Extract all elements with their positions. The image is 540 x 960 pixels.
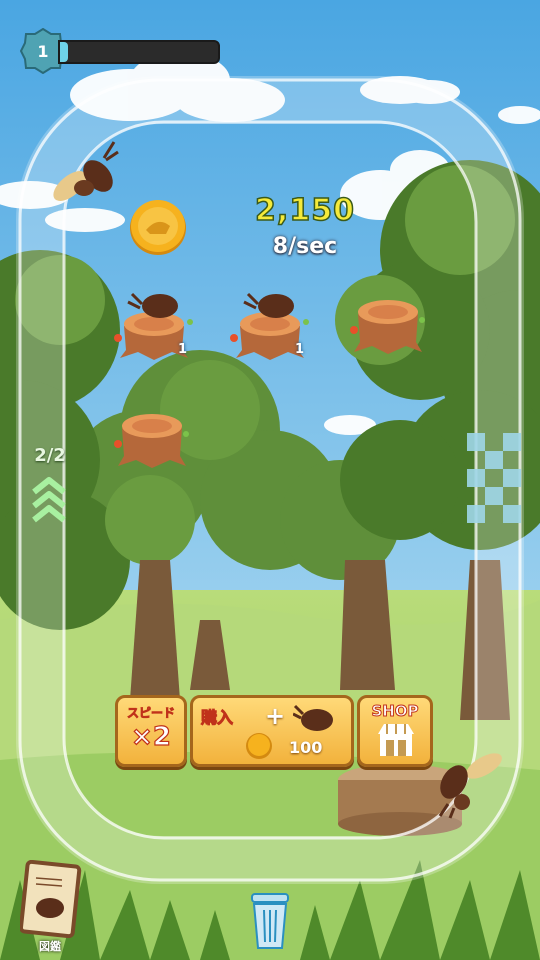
finish-flag-icon xyxy=(467,433,521,523)
buy-beetle-button[interactable]: 購入 + 100 xyxy=(190,695,354,767)
stump-level: 1 xyxy=(178,342,188,357)
coin-icon[interactable] xyxy=(128,198,188,256)
speed-button[interactable]: スピード ×2 xyxy=(115,695,187,767)
score-counter: 2,150 xyxy=(254,192,355,229)
beetle-icon xyxy=(53,141,119,201)
coin-icon xyxy=(246,733,272,759)
buy-label: 購入 xyxy=(200,708,234,728)
trash-icon[interactable] xyxy=(246,890,294,952)
stump-level: 1 xyxy=(295,342,305,357)
buy-plus: + xyxy=(265,702,286,730)
beetle-icon xyxy=(438,753,502,819)
lane-count: 2/2 xyxy=(34,445,66,466)
buy-price: 100 xyxy=(289,738,323,757)
shop-button[interactable]: SHOP xyxy=(357,695,433,767)
speed-label: スピード xyxy=(126,706,176,721)
stump-slot[interactable] xyxy=(346,290,430,360)
speed-multiplier: ×2 xyxy=(130,721,171,752)
speed-chevrons-icon xyxy=(32,477,66,523)
encyclopedia-book-icon[interactable] xyxy=(20,860,82,938)
level-number: 1 xyxy=(37,41,49,61)
shop-store-icon xyxy=(378,724,414,756)
beetle-icon xyxy=(293,704,333,731)
xp-progress-bar xyxy=(58,40,220,64)
stump-slot[interactable] xyxy=(110,404,194,474)
encyclopedia-label: 図鑑 xyxy=(39,940,61,953)
income-rate: 8/sec xyxy=(272,234,338,259)
shop-label: SHOP xyxy=(371,702,419,721)
